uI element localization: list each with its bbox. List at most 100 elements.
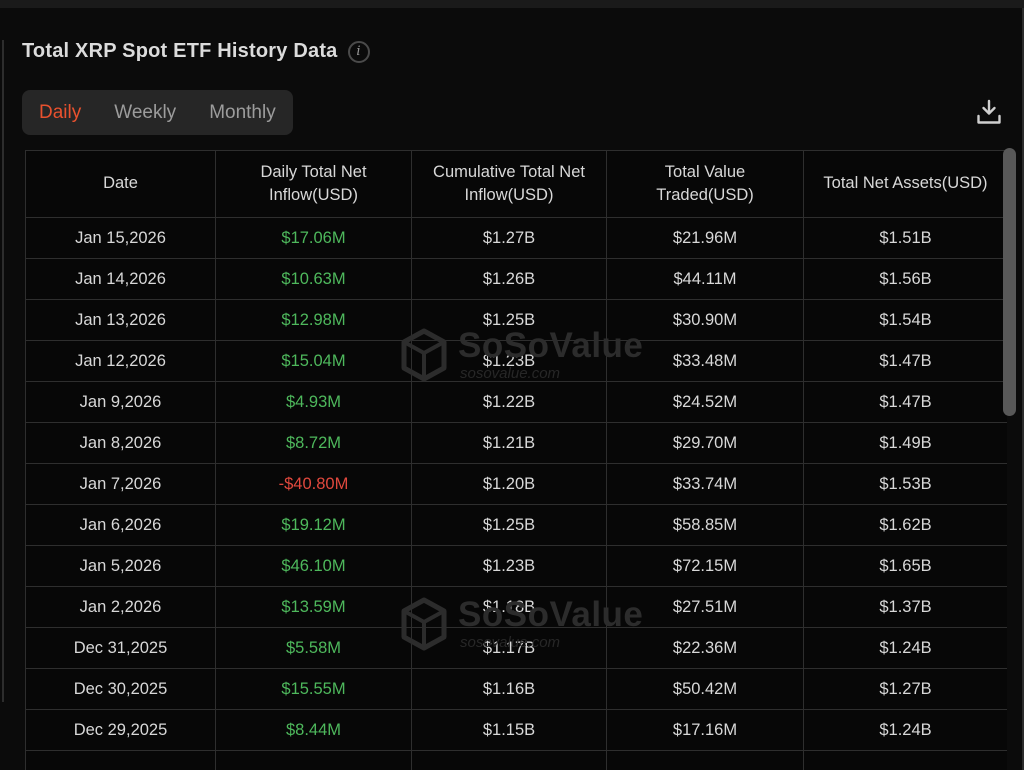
value-traded-cell: $33.48M xyxy=(607,341,804,382)
daily-inflow-cell: $15.04M xyxy=(216,341,412,382)
tab-daily[interactable]: Daily xyxy=(39,102,81,124)
date-cell: Jan 7,2026 xyxy=(26,464,216,505)
date-cell: Jan 9,2026 xyxy=(26,382,216,423)
column-header-4: Total Net Assets(USD) xyxy=(804,151,1008,218)
value-traded-cell: $33.74M xyxy=(607,464,804,505)
daily-inflow-cell: $10.63M xyxy=(216,259,412,300)
net-assets-cell: $1.24B xyxy=(804,710,1008,751)
daily-inflow-cell: $8.44M xyxy=(216,710,412,751)
info-icon[interactable]: i xyxy=(348,41,370,63)
net-assets-cell: $1.37B xyxy=(804,587,1008,628)
net-assets-cell: $1.47B xyxy=(804,382,1008,423)
date-cell: Jan 2,2026 xyxy=(26,587,216,628)
net-assets-cell: $1.62B xyxy=(804,505,1008,546)
net-assets-cell: $1.53B xyxy=(804,464,1008,505)
daily-inflow-cell: $8.72M xyxy=(216,423,412,464)
value-traded-cell: $29.70M xyxy=(607,423,804,464)
table-row: Jan 15,2026$17.06M$1.27B$21.96M$1.51B xyxy=(26,218,1008,259)
date-cell: Jan 14,2026 xyxy=(26,259,216,300)
date-cell: Dec 31,2025 xyxy=(26,628,216,669)
daily-inflow-cell: $4.93M xyxy=(216,382,412,423)
date-cell: Dec 30,2025 xyxy=(26,669,216,710)
net-assets-cell xyxy=(804,751,1008,770)
table-header-row: DateDaily Total Net Inflow(USD)Cumulativ… xyxy=(26,151,1008,218)
cumulative-inflow-cell: $1.15B xyxy=(412,710,607,751)
value-traded-cell xyxy=(607,751,804,770)
column-header-0: Date xyxy=(26,151,216,218)
table-row: Jan 12,2026$15.04M$1.23B$33.48M$1.47B xyxy=(26,341,1008,382)
cumulative-inflow-cell: $1.18B xyxy=(412,587,607,628)
column-header-1: Daily Total Net Inflow(USD) xyxy=(216,151,412,218)
net-assets-cell: $1.65B xyxy=(804,546,1008,587)
cumulative-inflow-cell: $1.23B xyxy=(412,546,607,587)
net-assets-cell: $1.56B xyxy=(804,259,1008,300)
tab-monthly[interactable]: Monthly xyxy=(209,102,276,124)
value-traded-cell: $17.16M xyxy=(607,710,804,751)
table-row: Jan 14,2026$10.63M$1.26B$44.11M$1.56B xyxy=(26,259,1008,300)
cumulative-inflow-cell: $1.22B xyxy=(412,382,607,423)
table-body: Jan 15,2026$17.06M$1.27B$21.96M$1.51BJan… xyxy=(26,218,1008,770)
table-row: Jan 8,2026$8.72M$1.21B$29.70M$1.49B xyxy=(26,423,1008,464)
column-header-3: Total Value Traded(USD) xyxy=(607,151,804,218)
table-row: Jan 9,2026$4.93M$1.22B$24.52M$1.47B xyxy=(26,382,1008,423)
table-row: Dec 31,2025$5.58M$1.17B$22.36M$1.24B xyxy=(26,628,1008,669)
table-row: Jan 7,2026-$40.80M$1.20B$33.74M$1.53B xyxy=(26,464,1008,505)
date-cell: Dec 29,2025 xyxy=(26,710,216,751)
history-table-container: DateDaily Total Net Inflow(USD)Cumulativ… xyxy=(25,150,1007,770)
cumulative-inflow-cell: $1.27B xyxy=(412,218,607,259)
value-traded-cell: $50.42M xyxy=(607,669,804,710)
net-assets-cell: $1.49B xyxy=(804,423,1008,464)
table-row: Jan 13,2026$12.98M$1.25B$30.90M$1.54B xyxy=(26,300,1008,341)
cumulative-inflow-cell: $1.25B xyxy=(412,505,607,546)
download-icon[interactable] xyxy=(973,96,1005,128)
left-panel-border xyxy=(2,40,4,702)
cumulative-inflow-cell: $1.20B xyxy=(412,464,607,505)
cumulative-inflow-cell: $1.16B xyxy=(412,669,607,710)
history-table: DateDaily Total Net Inflow(USD)Cumulativ… xyxy=(25,150,1007,770)
table-row: Jan 5,2026$46.10M$1.23B$72.15M$1.65B xyxy=(26,546,1008,587)
date-cell: Jan 8,2026 xyxy=(26,423,216,464)
cumulative-inflow-cell: $1.26B xyxy=(412,259,607,300)
daily-inflow-cell: -$40.80M xyxy=(216,464,412,505)
daily-inflow-cell: $12.98M xyxy=(216,300,412,341)
daily-inflow-cell xyxy=(216,751,412,770)
date-cell: Jan 13,2026 xyxy=(26,300,216,341)
page-title: Total XRP Spot ETF History Data xyxy=(22,40,338,63)
table-header: DateDaily Total Net Inflow(USD)Cumulativ… xyxy=(26,151,1008,218)
tab-weekly[interactable]: Weekly xyxy=(114,102,176,124)
vertical-scrollbar-thumb[interactable] xyxy=(1003,148,1016,416)
cumulative-inflow-cell: $1.21B xyxy=(412,423,607,464)
daily-inflow-cell: $13.59M xyxy=(216,587,412,628)
value-traded-cell: $58.85M xyxy=(607,505,804,546)
date-cell: Jan 12,2026 xyxy=(26,341,216,382)
daily-inflow-cell: $46.10M xyxy=(216,546,412,587)
table-row: Dec 29,2025$8.44M$1.15B$17.16M$1.24B xyxy=(26,710,1008,751)
date-cell xyxy=(26,751,216,770)
date-cell: Jan 6,2026 xyxy=(26,505,216,546)
daily-inflow-cell: $15.55M xyxy=(216,669,412,710)
table-row: Jan 6,2026$19.12M$1.25B$58.85M$1.62B xyxy=(26,505,1008,546)
card-header: Total XRP Spot ETF History Data i xyxy=(22,40,370,63)
page-top-strip xyxy=(0,0,1024,8)
value-traded-cell: $30.90M xyxy=(607,300,804,341)
daily-inflow-cell: $19.12M xyxy=(216,505,412,546)
date-cell: Jan 5,2026 xyxy=(26,546,216,587)
net-assets-cell: $1.27B xyxy=(804,669,1008,710)
date-cell: Jan 15,2026 xyxy=(26,218,216,259)
cumulative-inflow-cell: $1.25B xyxy=(412,300,607,341)
value-traded-cell: $22.36M xyxy=(607,628,804,669)
cumulative-inflow-cell xyxy=(412,751,607,770)
net-assets-cell: $1.54B xyxy=(804,300,1008,341)
value-traded-cell: $27.51M xyxy=(607,587,804,628)
net-assets-cell: $1.47B xyxy=(804,341,1008,382)
cumulative-inflow-cell: $1.23B xyxy=(412,341,607,382)
daily-inflow-cell: $17.06M xyxy=(216,218,412,259)
table-row-partial xyxy=(26,751,1008,770)
value-traded-cell: $44.11M xyxy=(607,259,804,300)
cumulative-inflow-cell: $1.17B xyxy=(412,628,607,669)
table-row: Dec 30,2025$15.55M$1.16B$50.42M$1.27B xyxy=(26,669,1008,710)
value-traded-cell: $72.15M xyxy=(607,546,804,587)
value-traded-cell: $21.96M xyxy=(607,218,804,259)
daily-inflow-cell: $5.58M xyxy=(216,628,412,669)
value-traded-cell: $24.52M xyxy=(607,382,804,423)
